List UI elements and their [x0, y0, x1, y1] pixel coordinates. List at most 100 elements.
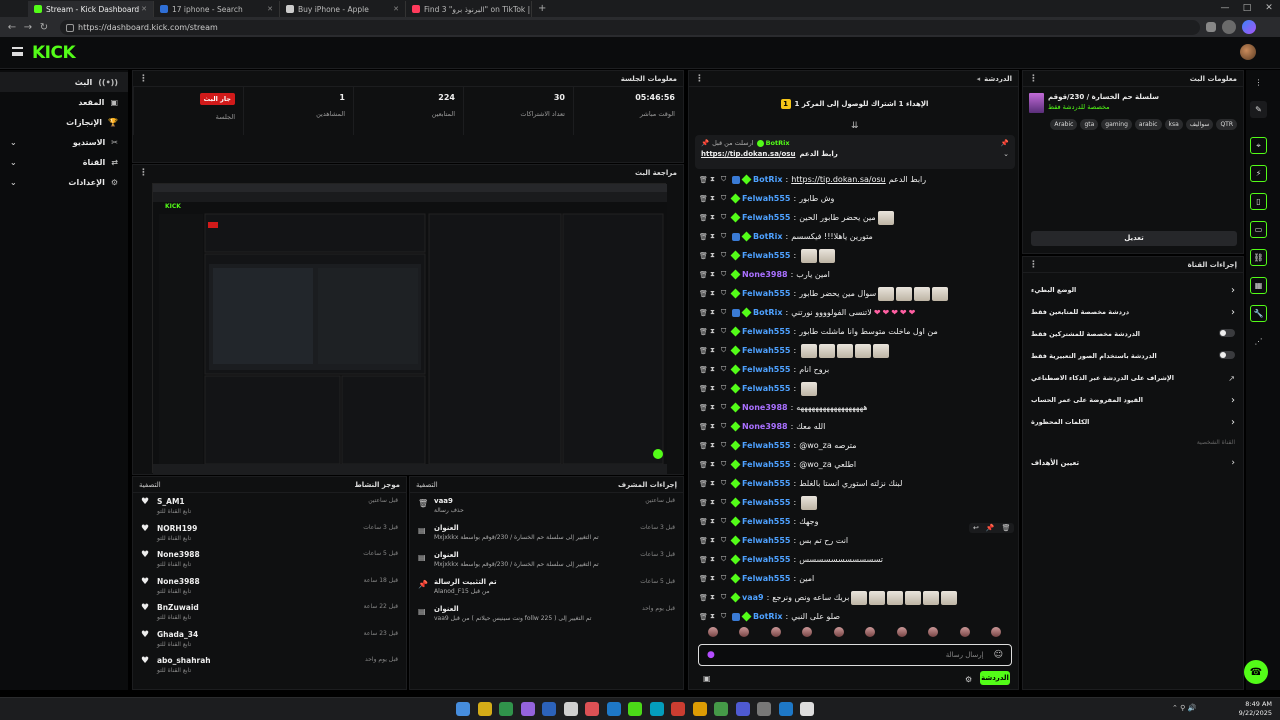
- chat-username[interactable]: Felwah555: [742, 346, 791, 355]
- chat-username[interactable]: Felwah555: [742, 536, 791, 545]
- chat-username[interactable]: vaa9: [742, 593, 764, 602]
- more-options-icon[interactable]: ⋮: [139, 168, 148, 178]
- timeout-icon[interactable]: ⧗: [710, 555, 721, 564]
- chat-message[interactable]: 🗑 ⧗ ⛉ Felwah555: لبنك نزلته استوري انستا بال…: [689, 474, 1019, 493]
- chat-message[interactable]: 🗑 ⧗ ⛉ BotRix: https://tip.dokan.sa/osu رابط ا…: [689, 170, 1019, 189]
- filter-button[interactable]: التصفية: [139, 481, 161, 489]
- gift-icon[interactable]: ▣: [703, 674, 711, 683]
- chat-link[interactable]: https://tip.dokan.sa/osu: [791, 175, 886, 184]
- taskbar-app-icon[interactable]: [800, 702, 814, 716]
- channel-action-item[interactable]: الكلمات المحظورة ›: [1023, 411, 1243, 433]
- chat-username[interactable]: Felwah555: [742, 289, 791, 298]
- chat-username[interactable]: Felwah555: [742, 517, 791, 526]
- chat-message[interactable]: 🗑 ⧗ ⛉ Felwah555:: [689, 246, 1019, 265]
- timeout-icon[interactable]: ⧗: [710, 593, 721, 602]
- delete-message-icon[interactable]: 🗑: [699, 575, 710, 583]
- emote-icon[interactable]: [707, 627, 718, 637]
- emote-icon[interactable]: [865, 627, 876, 637]
- maximize-button[interactable]: □: [1236, 0, 1258, 17]
- taskbar-app-icon[interactable]: [456, 702, 470, 716]
- emote-picker-icon[interactable]: ☺: [994, 650, 1003, 660]
- chat-message[interactable]: 🗑 ⧗ ⛉ Felwah555: تسسسسسسسسسسس: [689, 550, 1019, 569]
- timeout-icon[interactable]: ⧗: [710, 612, 721, 621]
- close-tab-icon[interactable]: ✕: [267, 5, 273, 13]
- forward-icon[interactable]: →: [20, 22, 36, 33]
- chat-username[interactable]: BotRix: [753, 612, 782, 621]
- taskbar-app-icon[interactable]: [649, 702, 664, 716]
- close-window-button[interactable]: ✕: [1258, 0, 1280, 17]
- browser-tab[interactable]: 17 iphone - Search ✕: [154, 1, 280, 17]
- timeout-icon[interactable]: ⧗: [710, 517, 721, 526]
- follower-name[interactable]: S_AM1: [157, 497, 191, 506]
- delete-message-icon[interactable]: 🗑: [699, 309, 710, 317]
- channel-action-item[interactable]: دردشة مخصصة للمتابعين فقط ›: [1023, 301, 1243, 323]
- chat-message[interactable]: 🗑 ⧗ ⛉ Felwah555: من اول ماخلت متوسط وانا ماش…: [689, 322, 1019, 341]
- taskbar-app-icon[interactable]: [714, 702, 728, 716]
- chat-username[interactable]: Felwah555: [742, 213, 791, 222]
- taskbar-app-icon[interactable]: [563, 702, 578, 716]
- back-icon[interactable]: ←: [4, 22, 20, 33]
- delete-message-icon[interactable]: 🗑: [699, 195, 710, 203]
- delete-message-icon[interactable]: 🗑: [699, 385, 710, 393]
- profile-icon[interactable]: [1222, 20, 1236, 34]
- timeout-icon[interactable]: ⧗: [710, 536, 721, 545]
- delete-message-icon[interactable]: 🗑: [699, 176, 710, 184]
- delete-message-icon[interactable]: 🗑: [699, 214, 710, 222]
- browser-tab[interactable]: Find 3 "البرنوذ برو" on TikTok | TikTo✕: [406, 1, 532, 17]
- sidebar-item[interactable]: ✂ الاستديو ⌄: [0, 132, 128, 152]
- chat-username[interactable]: None3988: [742, 403, 788, 412]
- kick-logo[interactable]: KICK: [32, 43, 76, 63]
- timeout-icon[interactable]: ⧗: [710, 441, 721, 450]
- chat-bubble-icon[interactable]: ▭: [1250, 221, 1267, 238]
- browser-tab[interactable]: Stream - Kick Dashboard ✕: [28, 1, 154, 17]
- new-tab-button[interactable]: +: [538, 1, 546, 17]
- chat-username[interactable]: BotRix: [753, 232, 782, 241]
- emote-icon[interactable]: [896, 627, 907, 637]
- delete-message-icon[interactable]: 🗑: [699, 252, 710, 260]
- sidebar-item[interactable]: ⚙ الإعدادات ⌄: [0, 172, 128, 192]
- channel-action-item[interactable]: الدردشة مخصصة للمشتركين فقط: [1023, 323, 1243, 345]
- lightning-icon[interactable]: ⚡: [1250, 165, 1267, 182]
- delete-icon[interactable]: 🗑: [1002, 524, 1011, 532]
- chat-message[interactable]: 🗑 ⧗ ⛉ Felwah555: @wo_za مترصه: [689, 436, 1019, 455]
- chat-username[interactable]: Felwah555: [742, 460, 791, 469]
- crosshair-icon[interactable]: ⌖: [1250, 137, 1267, 154]
- stream-tag[interactable]: QTR: [1216, 119, 1237, 130]
- timeout-icon[interactable]: ⧗: [710, 175, 721, 184]
- chat-username[interactable]: Felwah555: [742, 365, 791, 374]
- channel-action-item[interactable]: القيود المفروضة على عمر الحساب ›: [1023, 389, 1243, 411]
- minimize-button[interactable]: —: [1214, 0, 1236, 17]
- taskbar-app-icon[interactable]: [585, 702, 599, 716]
- timeout-icon[interactable]: ⧗: [710, 479, 721, 488]
- toggle-switch[interactable]: [1219, 328, 1235, 337]
- follower-name[interactable]: BnZuwaid: [157, 603, 199, 612]
- delete-message-icon[interactable]: 🗑: [699, 518, 710, 526]
- link-icon[interactable]: ⛓: [1250, 249, 1267, 266]
- filter-button[interactable]: التصفية: [416, 481, 438, 489]
- timeout-icon[interactable]: ⧗: [710, 194, 721, 203]
- timeout-icon[interactable]: ⧗: [710, 365, 721, 374]
- chat-message[interactable]: 🗑 ⧗ ⛉ vaa9: بريك ساعه ونص ونرجع: [689, 588, 1019, 607]
- chevron-down-icon[interactable]: ⌄: [1003, 150, 1009, 158]
- chat-message[interactable]: 🗑 ⧗ ⛉ BotRix: لاتنسى الفولوووو نورتني ❤ ❤ ❤ ❤ ❤: [689, 303, 1019, 322]
- reply-icon[interactable]: ↩: [973, 524, 979, 532]
- sidebar-item[interactable]: ▣ المقعد: [0, 92, 128, 112]
- timeout-icon[interactable]: ⧗: [710, 460, 721, 469]
- close-tab-icon[interactable]: ✕: [393, 5, 399, 13]
- avatar[interactable]: [1240, 44, 1256, 60]
- more-options-icon[interactable]: ⋮: [695, 74, 704, 84]
- chat-username[interactable]: Felwah555: [742, 498, 791, 507]
- taskbar-app-icon[interactable]: [692, 702, 707, 716]
- edit-stream-info-button[interactable]: تعديل: [1031, 231, 1237, 246]
- more-options-icon[interactable]: ⋮: [1029, 260, 1038, 270]
- chat-message[interactable]: 🗑 ⧗ ⛉ Felwah555: سوال مين يحضر طابور: [689, 284, 1019, 303]
- emote-icon[interactable]: [991, 627, 1002, 637]
- delete-message-icon[interactable]: 🗑: [699, 461, 710, 469]
- chat-message[interactable]: 🗑 ⧗ ⛉ Felwah555: بروح انام: [689, 360, 1019, 379]
- timeout-icon[interactable]: ⧗: [710, 346, 721, 355]
- chat-username[interactable]: None3988: [742, 270, 788, 279]
- timeout-icon[interactable]: ⧗: [710, 308, 721, 317]
- stream-tag[interactable]: Arabic: [1050, 119, 1078, 130]
- taskbar-app-icon[interactable]: [671, 702, 685, 716]
- stream-tag[interactable]: gta: [1080, 119, 1099, 130]
